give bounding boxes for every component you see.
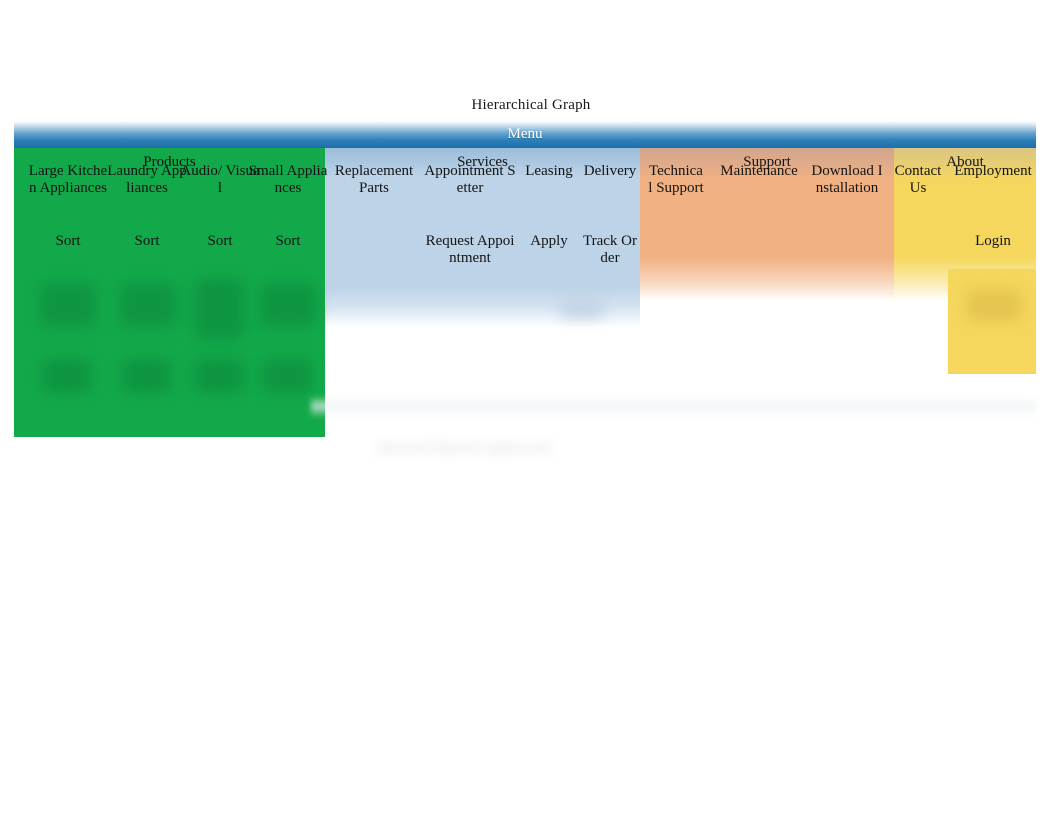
obscured-node-products-4 xyxy=(260,283,316,327)
node-login[interactable]: Login xyxy=(950,233,1036,250)
graph-caption-text: obscured blurred caption text xyxy=(376,440,552,456)
panel-bottom-haze xyxy=(311,396,1036,418)
menu-root-node[interactable]: Menu xyxy=(14,121,1036,148)
node-contact-us[interactable]: Contact Us xyxy=(890,163,946,197)
obscured-node-products-5 xyxy=(42,359,92,393)
obscured-node-products-1 xyxy=(40,283,96,327)
node-technical-support[interactable]: Technical Support xyxy=(648,163,704,197)
node-sort-laundry-appliances[interactable]: Sort xyxy=(107,233,187,250)
obscured-node-about-1 xyxy=(966,289,1022,321)
node-request-appointment[interactable]: Request Appointment xyxy=(424,233,516,267)
menu-root-label: Menu xyxy=(507,126,543,142)
node-small-appliances[interactable]: Small Appliances xyxy=(248,163,328,197)
node-apply[interactable]: Apply xyxy=(522,233,576,250)
node-maintenance[interactable]: Maintenance xyxy=(714,163,804,180)
obscured-node-products-2 xyxy=(120,283,176,327)
node-download-installation[interactable]: Download Installation xyxy=(810,163,884,197)
about-employment-column-fill xyxy=(948,269,1036,374)
obscured-node-products-6 xyxy=(122,359,172,393)
hierarchical-graph: Menu Products Services Support About Lar… xyxy=(14,121,1036,437)
node-appointment-setter[interactable]: Appointment Setter xyxy=(424,163,516,197)
node-track-order[interactable]: Track Order xyxy=(582,233,638,267)
graph-caption: obscured blurred caption text xyxy=(190,437,738,459)
obscured-node-products-8 xyxy=(262,359,312,393)
node-sort-large-kitchen-appliances[interactable]: Sort xyxy=(28,233,108,250)
node-large-kitchen-appliances[interactable]: Large Kitchen Appliances xyxy=(28,163,108,197)
node-leasing[interactable]: Leasing xyxy=(522,163,576,180)
obscured-node-products-3 xyxy=(194,279,244,339)
obscured-node-services-1 xyxy=(560,301,604,319)
node-sort-small-appliances[interactable]: Sort xyxy=(248,233,328,250)
node-replacement-parts[interactable]: Replacement Parts xyxy=(332,163,416,197)
obscured-node-products-7 xyxy=(194,359,244,393)
page-title: Hierarchical Graph xyxy=(471,97,591,113)
node-laundry-appliances[interactable]: Laundry Appliances xyxy=(107,163,187,197)
node-employment[interactable]: Employment xyxy=(950,163,1036,180)
node-delivery[interactable]: Delivery xyxy=(582,163,638,180)
